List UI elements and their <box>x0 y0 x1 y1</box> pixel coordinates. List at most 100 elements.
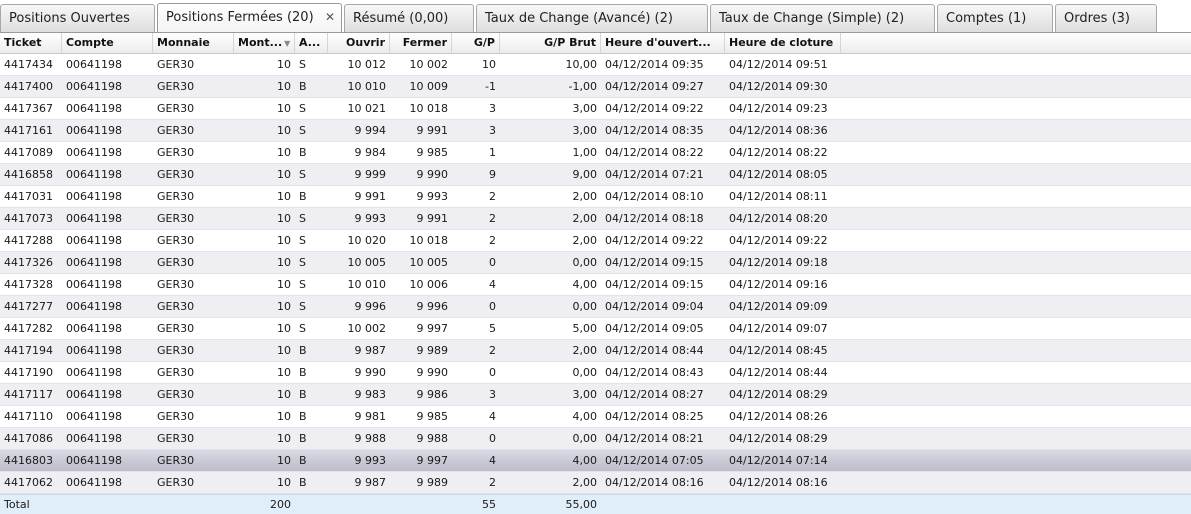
cell-fermer: 9 989 <box>416 476 449 489</box>
cell-achat-vente: B <box>299 80 307 93</box>
cell-montant: 10 <box>277 124 291 137</box>
table-row[interactable]: 4417328 00641198 GER30 10 S 10 010 10 006 4 4,00… <box>0 274 1191 296</box>
cell-compte: 00641198 <box>66 190 122 203</box>
cell-ouvrir: 10 020 <box>347 234 387 247</box>
total-gp-brut: 55,00 <box>565 498 598 511</box>
cell-fermer: 10 018 <box>409 234 449 247</box>
cell-compte: 00641198 <box>66 388 122 401</box>
column-header-ticket[interactable]: Ticket <box>0 33 62 53</box>
cell-ticket: 4417400 <box>4 80 53 93</box>
tab-resume[interactable]: Résumé (0,00) <box>344 4 474 32</box>
table-row[interactable]: 4417282 00641198 GER30 10 S 10 002 9 997 5 5,00 0… <box>0 318 1191 340</box>
table-row[interactable]: 4417062 00641198 GER30 10 B 9 987 9 989 2 2,00 04… <box>0 472 1191 494</box>
cell-heure-ouverture: 04/12/2014 07:05 <box>605 454 704 467</box>
cell-montant: 10 <box>277 58 291 71</box>
table-row[interactable]: 4417277 00641198 GER30 10 S 9 996 9 996 0 0,00 04… <box>0 296 1191 318</box>
table-row[interactable]: 4417110 00641198 GER30 10 B 9 981 9 985 4 4,00 04… <box>0 406 1191 428</box>
total-montant: 200 <box>270 498 291 511</box>
column-header-heure-ouverture[interactable]: Heure d'ouvert... <box>601 33 725 53</box>
table-row[interactable]: 4417190 00641198 GER30 10 B 9 990 9 990 0 0,00 04… <box>0 362 1191 384</box>
cell-fermer: 9 990 <box>416 168 449 181</box>
close-icon[interactable]: ✕ <box>325 4 335 31</box>
total-row: Total 200 55 55,00 <box>0 494 1191 514</box>
cell-monnaie: GER30 <box>157 124 195 137</box>
cell-monnaie: GER30 <box>157 344 195 357</box>
cell-gp: 2 <box>489 476 496 489</box>
table-row[interactable]: 4417434 00641198 GER30 10 S 10 012 10 002 10 10,… <box>0 54 1191 76</box>
cell-montant: 10 <box>277 212 291 225</box>
cell-gp: 1 <box>489 146 496 159</box>
cell-heure-ouverture: 04/12/2014 09:15 <box>605 278 704 291</box>
table-row[interactable]: 4417288 00641198 GER30 10 S 10 020 10 018 2 2,00… <box>0 230 1191 252</box>
cell-heure-cloture: 04/12/2014 08:20 <box>729 212 828 225</box>
column-header-label: G/P <box>473 36 495 49</box>
cell-heure-cloture: 04/12/2014 08:11 <box>729 190 828 203</box>
cell-compte: 00641198 <box>66 476 122 489</box>
table-row[interactable]: 4417400 00641198 GER30 10 B 10 010 10 009 -1 -1,… <box>0 76 1191 98</box>
table-row[interactable]: 4417089 00641198 GER30 10 B 9 984 9 985 1 1,00 04… <box>0 142 1191 164</box>
column-header-label: G/P Brut <box>544 36 596 49</box>
column-header-fermer[interactable]: Fermer <box>390 33 452 53</box>
cell-monnaie: GER30 <box>157 278 195 291</box>
cell-gp-brut: -1,00 <box>568 80 597 93</box>
tab-label: Résumé (0,00) <box>353 11 449 26</box>
cell-compte: 00641198 <box>66 146 122 159</box>
cell-heure-cloture: 04/12/2014 08:22 <box>729 146 828 159</box>
table-row[interactable]: 4417194 00641198 GER30 10 B 9 987 9 989 2 2,00 04… <box>0 340 1191 362</box>
table-row[interactable]: 4417031 00641198 GER30 10 B 9 991 9 993 2 2,00 04… <box>0 186 1191 208</box>
column-header-gp[interactable]: G/P <box>452 33 500 53</box>
cell-heure-ouverture: 04/12/2014 09:22 <box>605 234 704 247</box>
cell-monnaie: GER30 <box>157 366 195 379</box>
cell-heure-cloture: 04/12/2014 08:44 <box>729 366 828 379</box>
cell-gp-brut: 3,00 <box>572 388 598 401</box>
table-row[interactable]: 4417117 00641198 GER30 10 B 9 983 9 986 3 3,00 04… <box>0 384 1191 406</box>
table-row[interactable]: 4417326 00641198 GER30 10 S 10 005 10 005 0 0,00… <box>0 252 1191 274</box>
cell-compte: 00641198 <box>66 278 122 291</box>
cell-heure-cloture: 04/12/2014 08:26 <box>729 410 828 423</box>
table-row[interactable]: 4416803 00641198 GER30 10 B 9 993 9 997 4 4,00 04… <box>0 450 1191 472</box>
table-row[interactable]: 4417367 00641198 GER30 10 S 10 021 10 018 3 3,00… <box>0 98 1191 120</box>
cell-heure-ouverture: 04/12/2014 09:35 <box>605 58 704 71</box>
cell-montant: 10 <box>277 432 291 445</box>
cell-heure-ouverture: 04/12/2014 09:22 <box>605 102 704 115</box>
cell-ouvrir: 10 010 <box>347 278 387 291</box>
tab-ordres[interactable]: Ordres (3) <box>1055 4 1157 32</box>
cell-heure-cloture: 04/12/2014 08:29 <box>729 388 828 401</box>
cell-fermer: 9 985 <box>416 410 449 423</box>
cell-compte: 00641198 <box>66 454 122 467</box>
column-header-achat[interactable]: A... <box>295 33 328 53</box>
column-header-heure-cloture[interactable]: Heure de cloture <box>725 33 841 53</box>
cell-fermer: 9 993 <box>416 190 449 203</box>
cell-ouvrir: 9 994 <box>354 124 387 137</box>
tab-positions-ouvertes[interactable]: Positions Ouvertes <box>0 4 155 32</box>
cell-ticket: 4416858 <box>4 168 53 181</box>
cell-gp-brut: 2,00 <box>572 234 598 247</box>
column-header-compte[interactable]: Compte <box>62 33 153 53</box>
cell-gp: 4 <box>489 454 496 467</box>
column-header-label: Mont... <box>238 36 283 49</box>
cell-compte: 00641198 <box>66 234 122 247</box>
cell-montant: 10 <box>277 256 291 269</box>
cell-heure-ouverture: 04/12/2014 08:44 <box>605 344 704 357</box>
table-row[interactable]: 4416858 00641198 GER30 10 S 9 999 9 990 9 9,00 04… <box>0 164 1191 186</box>
table-row[interactable]: 4417073 00641198 GER30 10 S 9 993 9 991 2 2,00 04… <box>0 208 1191 230</box>
column-header-monnaie[interactable]: Monnaie <box>153 33 234 53</box>
cell-gp-brut: 0,00 <box>572 256 598 269</box>
cell-heure-ouverture: 04/12/2014 09:27 <box>605 80 704 93</box>
tab-taux-change-simple[interactable]: Taux de Change (Simple) (2) <box>710 4 935 32</box>
table-row[interactable]: 4417086 00641198 GER30 10 B 9 988 9 988 0 0,00 04… <box>0 428 1191 450</box>
tab-positions-fermees[interactable]: Positions Fermées (20) ✕ <box>157 3 342 33</box>
column-header-label: Heure de cloture <box>729 36 834 49</box>
column-header-gp-brut[interactable]: G/P Brut <box>500 33 601 53</box>
column-header-montant[interactable]: Mont... ▼ <box>234 33 295 53</box>
cell-ticket: 4417089 <box>4 146 53 159</box>
table-row[interactable]: 4417161 00641198 GER30 10 S 9 994 9 991 3 3,00 04… <box>0 120 1191 142</box>
column-header-ouvrir[interactable]: Ouvrir <box>328 33 390 53</box>
tab-taux-change-avance[interactable]: Taux de Change (Avancé) (2) <box>476 4 708 32</box>
cell-ouvrir: 9 990 <box>354 366 387 379</box>
cell-achat-vente: S <box>299 322 306 335</box>
tab-comptes[interactable]: Comptes (1) <box>937 4 1053 32</box>
cell-ouvrir: 10 005 <box>347 256 387 269</box>
cell-gp-brut: 5,00 <box>572 322 598 335</box>
cell-monnaie: GER30 <box>157 322 195 335</box>
